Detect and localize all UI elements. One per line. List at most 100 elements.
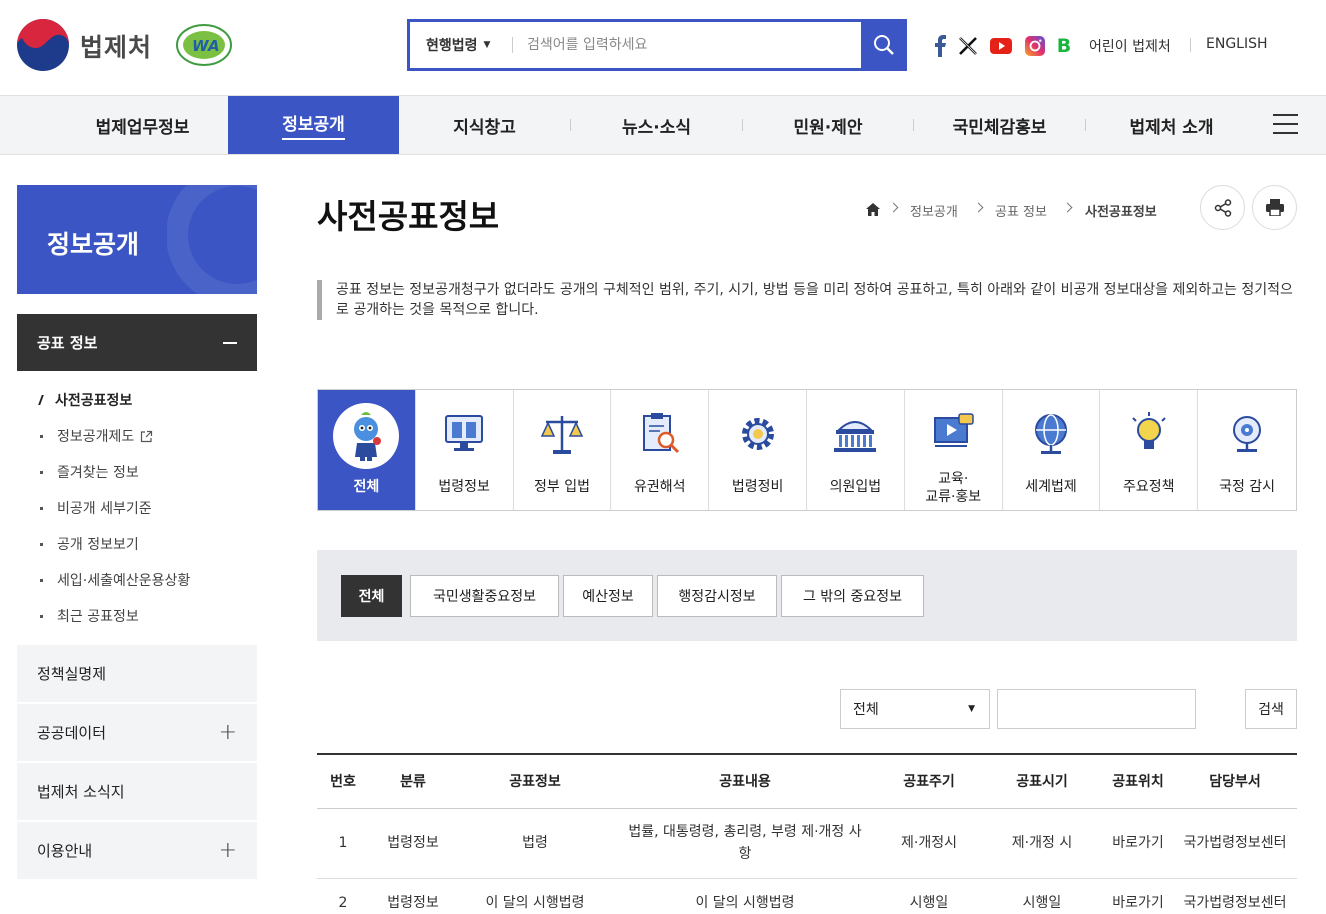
search-category-label: 현행법령: [426, 38, 478, 54]
category-world-law[interactable]: 세계법제: [1003, 390, 1101, 510]
table-header-row: 번호 분류 공표정보 공표내용 공표주기 공표시기 공표위치 담당부서: [317, 754, 1297, 809]
sub-item-label: 사전공표정보: [55, 393, 133, 409]
gnb-item-information-disclosure[interactable]: 정보공개: [228, 96, 399, 154]
column-header: 공표내용: [613, 754, 877, 809]
search-button[interactable]: [861, 19, 907, 71]
category-label: 정부 입법: [534, 479, 590, 495]
category-state-audit[interactable]: 국정 감시: [1198, 390, 1296, 510]
filter-search-button[interactable]: 검색: [1245, 689, 1297, 729]
breadcrumb-arrow-icon: [1062, 202, 1073, 213]
instagram-icon[interactable]: [1023, 33, 1047, 59]
table-row: 2 법령정보 이 달의 시행법령 이 달의 시행법령 시행일 시행일 바로가기 …: [317, 878, 1297, 914]
filter-select[interactable]: 전체 ▼: [840, 689, 990, 729]
table-cell: 제·개정시: [877, 808, 981, 879]
facebook-icon[interactable]: [931, 33, 949, 59]
gnb-item-about[interactable]: 법제처 소개: [1086, 96, 1257, 154]
plus-icon: +: [218, 838, 237, 863]
category-all[interactable]: 전체: [318, 390, 416, 510]
print-button[interactable]: [1252, 185, 1297, 230]
category-label: 의원입법: [829, 479, 882, 495]
table-cell: 시행일: [981, 878, 1103, 914]
search-category-select[interactable]: 현행법령 ▼: [410, 35, 512, 55]
sidebar-sub-item-budget-status[interactable]: 세입·세출예산운용상황: [40, 570, 190, 590]
video-education-icon: [934, 413, 974, 447]
sidebar-sub-item-nondisclosure-criteria[interactable]: 비공개 세부기준: [40, 498, 152, 518]
hamburger-menu-icon[interactable]: [1273, 114, 1298, 135]
category-label: 유권해석: [634, 479, 686, 495]
gnb-label: 정보공개: [282, 110, 345, 140]
page-description: 공표 정보는 정보공개청구가 없더라도 공개의 구체적인 범위, 주기, 시기,…: [336, 282, 1293, 318]
mascot-icon: [333, 403, 400, 469]
minus-icon: [223, 341, 237, 344]
blog-icon[interactable]: B: [1055, 33, 1073, 59]
gnb-item-news[interactable]: 뉴스·소식: [571, 96, 742, 154]
tab-audit-info[interactable]: 행정감시정보: [657, 575, 777, 617]
sidebar-sub-item-view-disclosed[interactable]: 공개 정보보기: [40, 534, 139, 554]
gnb-label: 법제처 소개: [1129, 117, 1214, 138]
sidebar-open-menu[interactable]: 공표 정보: [17, 314, 257, 371]
category-label: 법령정비: [731, 479, 784, 495]
search-input[interactable]: [513, 22, 861, 68]
info-type-tabs: 전체 국민생활중요정보 예산정보 행정감시정보 그 밖의 중요정보: [317, 550, 1297, 641]
sub-item-label: 비공개 세부기준: [57, 501, 152, 517]
category-legal-info[interactable]: 법령정보: [416, 390, 514, 510]
bullet-icon: [40, 506, 43, 510]
filter-select-value: 전체: [853, 702, 879, 718]
government-emblem-icon[interactable]: [16, 18, 70, 72]
sidebar-menu-policy-real-name[interactable]: 정책실명제: [17, 645, 257, 702]
gnb-item-legal-work[interactable]: 법제업무정보: [57, 96, 228, 154]
column-header: 공표주기: [877, 754, 981, 809]
gnb-label: 민원·제안: [793, 117, 863, 138]
breadcrumb-arrow-icon: [973, 202, 984, 213]
breadcrumb-current: 사전공표정보: [1085, 205, 1157, 220]
tab-other-info[interactable]: 그 밖의 중요정보: [781, 575, 924, 617]
sidebar-sub-item-favorites[interactable]: 즐겨찾는 정보: [40, 462, 139, 482]
gnb-label: 국민체감홍보: [952, 117, 1047, 138]
filter-keyword-input[interactable]: [997, 689, 1196, 729]
share-button[interactable]: [1200, 185, 1245, 230]
site-logo-text[interactable]: 법제처: [80, 28, 152, 64]
category-label: 법령정보: [438, 479, 490, 495]
kids-site-link[interactable]: 어린이 법제처: [1089, 36, 1171, 56]
category-interpretation[interactable]: 유권해석: [611, 390, 710, 510]
sidebar-menu-newsletter[interactable]: 법제처 소식지: [17, 763, 257, 820]
sidebar-sub-item-recent[interactable]: 최근 공표정보: [40, 606, 139, 626]
gnb-item-knowledge[interactable]: 지식창고: [399, 96, 570, 154]
category-education-exchange[interactable]: 교육· 교류·홍보: [905, 390, 1003, 510]
sidebar-menu-public-data[interactable]: 공공데이터 +: [17, 704, 257, 761]
table-cell: 1: [317, 808, 369, 879]
column-header: 담당부서: [1173, 754, 1297, 809]
english-site-link[interactable]: ENGLISH: [1206, 36, 1268, 52]
youtube-icon[interactable]: [989, 33, 1013, 59]
table-cell: 이 달의 시행법령: [457, 878, 613, 914]
tab-public-life-info[interactable]: 국민생활중요정보: [410, 575, 559, 617]
gnb-item-civil-petition[interactable]: 민원·제안: [743, 96, 913, 154]
home-icon[interactable]: [866, 203, 880, 216]
table-cell: 국가법령정보센터: [1173, 878, 1297, 914]
column-header: 번호: [317, 754, 369, 809]
x-icon[interactable]: [957, 33, 979, 59]
bullet-icon: [40, 470, 43, 474]
category-member-legislation[interactable]: 의원입법: [807, 390, 905, 510]
table-cell: 법령정보: [369, 878, 457, 914]
category-label-line: 교육·: [938, 471, 969, 487]
sidebar-sub-item-disclosure-system[interactable]: 정보공개제도: [40, 426, 153, 446]
tab-budget-info[interactable]: 예산정보: [563, 575, 653, 617]
assembly-building-icon: [834, 421, 877, 452]
category-label: 국정 감시: [1219, 479, 1276, 495]
table-cell: 2: [317, 878, 369, 914]
breadcrumb-item[interactable]: 정보공개: [910, 201, 958, 220]
category-legal-maintenance[interactable]: 법령정비: [709, 390, 807, 510]
gnb-item-promotion[interactable]: 국민체감홍보: [914, 96, 1085, 154]
category-label-line: 교류·홍보: [925, 489, 982, 505]
tab-all[interactable]: 전체: [341, 575, 402, 617]
scales-icon: [540, 416, 584, 454]
table-link-cell[interactable]: 바로가기: [1103, 878, 1173, 914]
sidebar-menu-guide[interactable]: 이용안내 +: [17, 822, 257, 879]
table-link-cell[interactable]: 바로가기: [1103, 808, 1173, 879]
category-major-policy[interactable]: 주요정책: [1100, 390, 1199, 510]
category-gov-legislation[interactable]: 정부 입법: [514, 390, 612, 510]
sidebar-menu-label: 이용안내: [37, 842, 93, 860]
breadcrumb-item[interactable]: 공표 정보: [995, 201, 1047, 220]
sidebar-sub-item-pre-announcement[interactable]: 사전공표정보: [38, 390, 133, 410]
